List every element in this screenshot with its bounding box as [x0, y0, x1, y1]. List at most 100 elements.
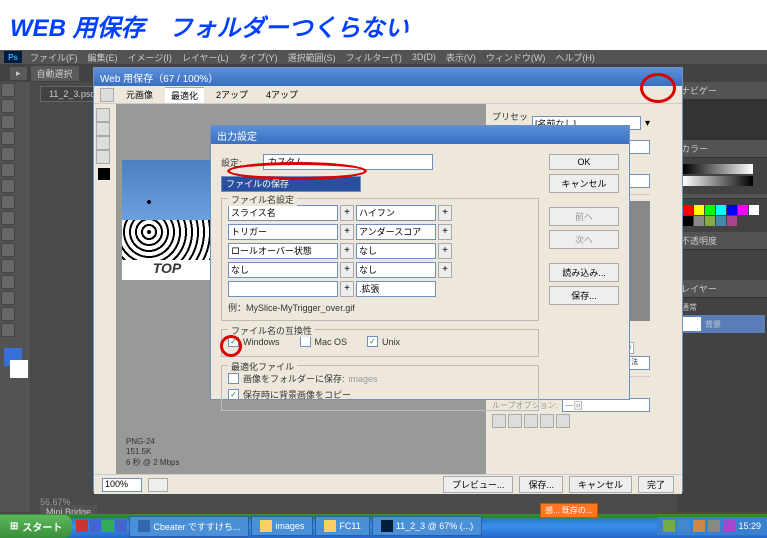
eyedropper-tool-icon[interactable] [1, 163, 15, 177]
unix-checkbox[interactable]: ✓ [367, 336, 378, 347]
tray-icon[interactable] [663, 520, 675, 532]
stamp-tool-icon[interactable] [1, 195, 15, 209]
start-button[interactable]: ⊞ スタート [0, 515, 72, 538]
zoom-select[interactable]: 100% [102, 478, 142, 492]
optfile-label: 最適化ファイル [228, 360, 297, 373]
layer-panel-header[interactable]: レイヤー [677, 280, 767, 298]
copy-bg-checkbox[interactable]: ✓ [228, 389, 239, 400]
eyedropper-tool-icon[interactable] [96, 150, 110, 164]
sfw-tab-4up[interactable]: 4アップ [260, 87, 304, 102]
load-button[interactable]: 読み込み... [549, 263, 619, 282]
fn-select-3[interactable]: トリガー [228, 224, 338, 240]
opacity-panel-header[interactable]: 不透明度 [677, 232, 767, 250]
menu-view[interactable]: 表示(V) [446, 51, 476, 64]
navigator-panel-header[interactable]: ナビゲー [677, 82, 767, 100]
folder-checkbox[interactable] [228, 373, 239, 384]
pen-tool-icon[interactable] [1, 243, 15, 257]
taskbar-item[interactable]: 11_2_3 @ 67% (...) [372, 516, 483, 536]
menu-image[interactable]: イメージ(I) [128, 51, 172, 64]
quicklaunch-icon[interactable] [102, 520, 114, 532]
crop-tool-icon[interactable] [1, 147, 15, 161]
color-slider[interactable] [683, 164, 753, 174]
fn-select-4[interactable]: アンダースコア [356, 224, 436, 240]
menu-edit[interactable]: 編集(E) [88, 51, 118, 64]
fn-select-5[interactable]: ロールオーバー状態 [228, 243, 338, 259]
fn-select-8[interactable]: なし [356, 262, 436, 278]
setting-select[interactable]: カスタム [263, 154, 433, 170]
ok-button[interactable]: OK [549, 154, 619, 170]
tray-icon[interactable] [723, 520, 735, 532]
hand-tool-icon[interactable] [1, 307, 15, 321]
move-tool-icon[interactable] [1, 83, 15, 97]
shape-tool-icon[interactable] [1, 291, 15, 305]
auto-select-checkbox[interactable]: 自動選択 [31, 66, 79, 81]
save-button[interactable]: 保存... [549, 286, 619, 305]
preview-image[interactable]: TOP [122, 160, 212, 280]
plus-icon: + [438, 205, 452, 221]
brush-tool-icon[interactable] [1, 179, 15, 193]
system-tray[interactable]: 15:29 [657, 517, 767, 535]
fn-select-10[interactable]: .拡張 [356, 281, 436, 297]
preview-button[interactable]: プレビュー... [443, 476, 514, 493]
menu-layer[interactable]: レイヤー(L) [182, 51, 229, 64]
browser-preview-icon[interactable] [148, 478, 168, 492]
color-slider[interactable] [683, 176, 753, 186]
gradient-tool-icon[interactable] [1, 227, 15, 241]
slice-tool-icon[interactable] [96, 122, 110, 136]
layer-row[interactable]: 背景 [679, 315, 765, 333]
done-button[interactable]: 完了 [638, 476, 674, 493]
menu-3d[interactable]: 3D(D) [412, 52, 436, 62]
section-select[interactable]: ファイルの保存 [221, 176, 361, 192]
background-color[interactable] [10, 360, 28, 378]
lasso-tool-icon[interactable] [1, 115, 15, 129]
fn-select-2[interactable]: ハイフン [356, 205, 436, 221]
taskbar-item[interactable]: Cbeater ですすけち... [129, 516, 249, 537]
quicklaunch-icon[interactable] [89, 520, 101, 532]
quicklaunch-icon[interactable] [76, 520, 88, 532]
zoom-tool-icon[interactable] [1, 323, 15, 337]
swatches[interactable] [683, 205, 761, 226]
sfw-tab-optimized[interactable]: 最適化 [165, 87, 204, 103]
tray-icon[interactable] [693, 520, 705, 532]
hand-tool-icon[interactable] [100, 88, 114, 102]
quicklaunch-icon[interactable] [115, 520, 127, 532]
tray-icon[interactable] [678, 520, 690, 532]
layer-mode[interactable]: 通常 [679, 300, 765, 315]
marquee-tool-icon[interactable] [1, 99, 15, 113]
save-button[interactable]: 保存... [519, 476, 563, 493]
color-panel-header[interactable]: カラー [677, 140, 767, 158]
wand-tool-icon[interactable] [1, 131, 15, 145]
menu-file[interactable]: ファイル(F) [30, 51, 78, 64]
fn-select-6[interactable]: なし [356, 243, 436, 259]
tray-icon[interactable] [708, 520, 720, 532]
menu-window[interactable]: ウィンドウ(W) [486, 51, 546, 64]
cancel-button[interactable]: キャンセル [549, 174, 619, 193]
optfile-fieldset: 最適化ファイル 画像をフォルダーに保存: images ✓ 保存時に背景画像をコ… [221, 365, 539, 411]
folder-value: images [349, 374, 378, 384]
cancel-button[interactable]: キャンセル [569, 476, 632, 493]
folder-label: 画像をフォルダーに保存: [243, 372, 345, 385]
filename-fieldset: ファイル名設定 スライス名 + ハイフン + トリガー + アンダースコア + [221, 198, 539, 321]
move-tool-icon[interactable]: ▸ [10, 67, 27, 80]
mac-checkbox[interactable] [300, 336, 311, 347]
zoom-tool-icon[interactable] [96, 136, 110, 150]
sfw-tab-2up[interactable]: 2アップ [210, 87, 254, 102]
fn-select-1[interactable]: スライス名 [228, 205, 338, 221]
sfw-tab-original[interactable]: 元画像 [120, 87, 159, 102]
windows-checkbox[interactable]: ✓ [228, 336, 239, 347]
path-tool-icon[interactable] [1, 275, 15, 289]
preset-menu-icon[interactable]: ▾ [645, 118, 650, 129]
menu-filter[interactable]: フィルター(T) [346, 51, 402, 64]
menu-help[interactable]: ヘルプ(H) [555, 51, 595, 64]
taskbar-item[interactable]: FC11 [315, 516, 369, 536]
menu-select[interactable]: 選択範囲(S) [288, 51, 336, 64]
eraser-tool-icon[interactable] [1, 211, 15, 225]
plus-icon: + [340, 262, 354, 278]
type-tool-icon[interactable] [1, 259, 15, 273]
fn-select-9[interactable] [228, 281, 338, 297]
fn-select-7[interactable]: なし [228, 262, 338, 278]
layer-name: 背景 [705, 319, 721, 330]
hand-tool-icon[interactable] [96, 108, 110, 122]
taskbar-item[interactable]: images [251, 516, 313, 536]
menu-type[interactable]: タイプ(Y) [239, 51, 278, 64]
